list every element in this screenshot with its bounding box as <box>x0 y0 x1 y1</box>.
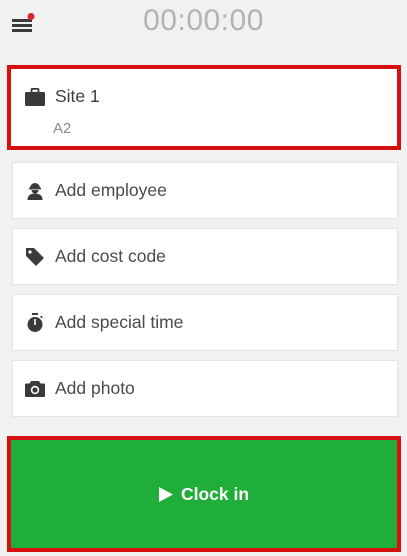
site-subtitle: A2 <box>53 120 72 137</box>
add-cost-code-button[interactable]: Add cost code <box>12 228 398 285</box>
briefcase-icon <box>24 87 46 107</box>
clock-in-panel[interactable]: Clock in <box>7 436 401 552</box>
add-photo-label: Add photo <box>55 378 135 398</box>
top-bar: 00:00:00 <box>0 0 407 50</box>
site-name: Site 1 <box>55 86 100 106</box>
clock-in-label: Clock in <box>180 483 250 504</box>
worker-icon <box>25 181 45 201</box>
site-card[interactable]: Site 1 A2 <box>7 65 401 150</box>
stopwatch-icon <box>25 312 45 333</box>
add-employee-label: Add employee <box>55 180 167 200</box>
play-icon <box>158 486 173 502</box>
clock-in-button[interactable]: Clock in <box>11 440 397 548</box>
site-title-row: Site 1 <box>24 86 100 107</box>
add-cost-code-label: Add cost code <box>55 246 166 266</box>
add-employee-button[interactable]: Add employee <box>12 162 398 219</box>
add-photo-button[interactable]: Add photo <box>12 360 398 417</box>
elapsed-timer: 00:00:00 <box>143 4 264 37</box>
add-special-time-label: Add special time <box>55 312 184 332</box>
camera-icon <box>25 379 45 399</box>
tag-icon <box>25 247 45 267</box>
add-special-time-button[interactable]: Add special time <box>12 294 398 351</box>
